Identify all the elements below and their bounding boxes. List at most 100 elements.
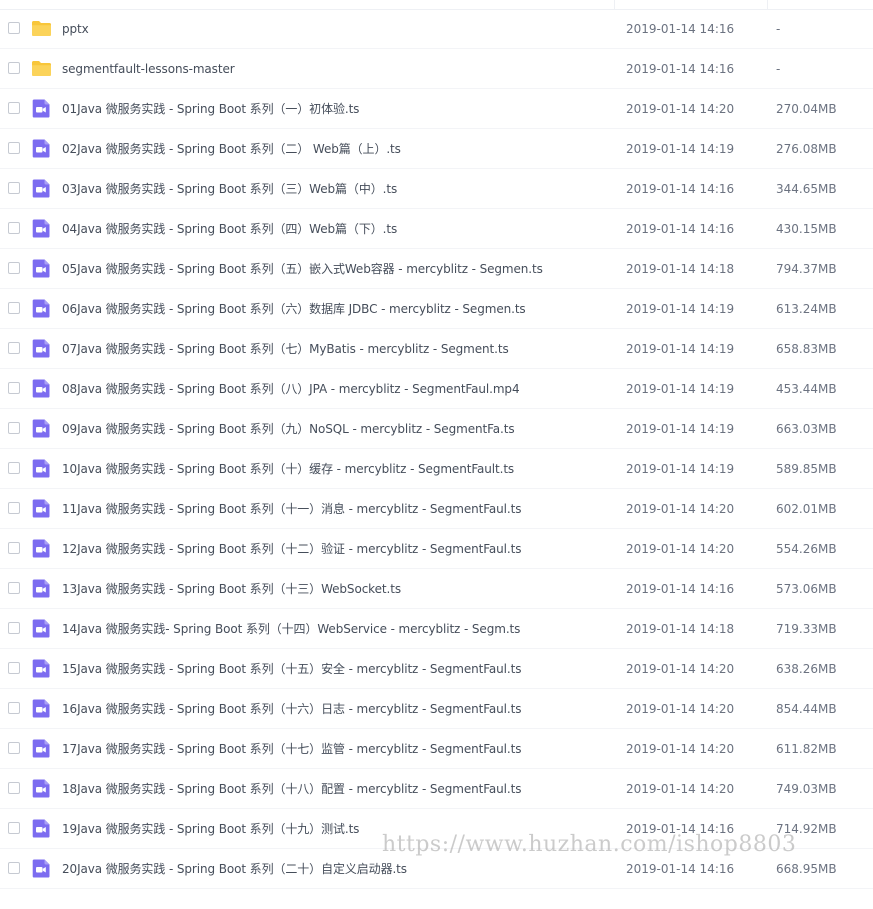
file-size: 602.01MB xyxy=(776,502,837,516)
file-name[interactable]: 14Java 微服务实践- Spring Boot 系列（十四）WebServi… xyxy=(62,609,520,649)
file-name[interactable]: 18Java 微服务实践 - Spring Boot 系列（十八）配置 - me… xyxy=(62,769,521,809)
file-size: 270.04MB xyxy=(776,102,837,116)
file-name[interactable]: pptx xyxy=(62,9,89,49)
file-modified-date: 2019-01-14 14:16 xyxy=(626,182,735,196)
file-name[interactable]: 10Java 微服务实践 - Spring Boot 系列（十）缓存 - mer… xyxy=(62,449,514,489)
file-row-7[interactable]: 05Java 微服务实践 - Spring Boot 系列（五）嵌入式Web容器… xyxy=(0,249,873,289)
row-checkbox[interactable] xyxy=(8,542,20,554)
file-row-9[interactable]: 07Java 微服务实践 - Spring Boot 系列（七）MyBatis … xyxy=(0,329,873,369)
file-row-10[interactable]: 08Java 微服务实践 - Spring Boot 系列（八）JPA - me… xyxy=(0,369,873,409)
video-file-icon xyxy=(31,698,52,719)
file-name[interactable]: 17Java 微服务实践 - Spring Boot 系列（十七）监管 - me… xyxy=(62,729,521,769)
row-checkbox[interactable] xyxy=(8,262,20,274)
file-row-8[interactable]: 06Java 微服务实践 - Spring Boot 系列（六）数据库 JDBC… xyxy=(0,289,873,329)
row-checkbox[interactable] xyxy=(8,382,20,394)
video-file-icon xyxy=(31,538,52,559)
file-row-19[interactable]: 17Java 微服务实践 - Spring Boot 系列（十七）监管 - me… xyxy=(0,729,873,769)
row-checkbox[interactable] xyxy=(8,702,20,714)
video-file-icon xyxy=(31,378,52,399)
row-checkbox[interactable] xyxy=(8,302,20,314)
file-name[interactable]: 08Java 微服务实践 - Spring Boot 系列（八）JPA - me… xyxy=(62,369,519,409)
file-row-12[interactable]: 10Java 微服务实践 - Spring Boot 系列（十）缓存 - mer… xyxy=(0,449,873,489)
file-row-21[interactable]: 19Java 微服务实践 - Spring Boot 系列（十九）测试.ts 2… xyxy=(0,809,873,849)
folder-icon xyxy=(31,58,52,79)
file-size: 638.26MB xyxy=(776,662,837,676)
row-checkbox[interactable] xyxy=(8,422,20,434)
file-row-17[interactable]: 15Java 微服务实践 - Spring Boot 系列（十五）安全 - me… xyxy=(0,649,873,689)
file-name[interactable]: 01Java 微服务实践 - Spring Boot 系列（一）初体验.ts xyxy=(62,89,359,129)
video-file-icon xyxy=(31,818,52,839)
file-name[interactable]: 05Java 微服务实践 - Spring Boot 系列（五）嵌入式Web容器… xyxy=(62,249,543,289)
row-checkbox[interactable] xyxy=(8,182,20,194)
row-checkbox[interactable] xyxy=(8,502,20,514)
file-row-11[interactable]: 09Java 微服务实践 - Spring Boot 系列（九）NoSQL - … xyxy=(0,409,873,449)
date-column-divider[interactable] xyxy=(614,0,615,9)
row-checkbox[interactable] xyxy=(8,22,20,34)
file-name[interactable]: 07Java 微服务实践 - Spring Boot 系列（七）MyBatis … xyxy=(62,329,509,369)
file-row-6[interactable]: 04Java 微服务实践 - Spring Boot 系列（四）Web篇（下）.… xyxy=(0,209,873,249)
file-modified-date: 2019-01-14 14:20 xyxy=(626,662,735,676)
row-checkbox[interactable] xyxy=(8,662,20,674)
video-file-icon xyxy=(31,258,52,279)
file-modified-date: 2019-01-14 14:19 xyxy=(626,342,735,356)
file-name[interactable]: 09Java 微服务实践 - Spring Boot 系列（九）NoSQL - … xyxy=(62,409,515,449)
file-row-15[interactable]: 13Java 微服务实践 - Spring Boot 系列（十三）WebSock… xyxy=(0,569,873,609)
file-row-13[interactable]: 11Java 微服务实践 - Spring Boot 系列（十一）消息 - me… xyxy=(0,489,873,529)
file-modified-date: 2019-01-14 14:16 xyxy=(626,582,735,596)
file-row-18[interactable]: 16Java 微服务实践 - Spring Boot 系列（十六）日志 - me… xyxy=(0,689,873,729)
file-row-4[interactable]: 02Java 微服务实践 - Spring Boot 系列（二） Web篇（上）… xyxy=(0,129,873,169)
folder-icon xyxy=(31,18,52,39)
file-row-2[interactable]: segmentfault-lessons-master 2019-01-14 1… xyxy=(0,49,873,89)
file-name[interactable]: 04Java 微服务实践 - Spring Boot 系列（四）Web篇（下）.… xyxy=(62,209,397,249)
file-row-22[interactable]: 20Java 微服务实践 - Spring Boot 系列（二十）自定义启动器.… xyxy=(0,849,873,889)
file-size: 554.26MB xyxy=(776,542,837,556)
video-file-icon xyxy=(31,458,52,479)
file-row-20[interactable]: 18Java 微服务实践 - Spring Boot 系列（十八）配置 - me… xyxy=(0,769,873,809)
file-modified-date: 2019-01-14 14:20 xyxy=(626,702,735,716)
file-modified-date: 2019-01-14 14:16 xyxy=(626,62,735,76)
file-row-14[interactable]: 12Java 微服务实践 - Spring Boot 系列（十二）验证 - me… xyxy=(0,529,873,569)
row-checkbox[interactable] xyxy=(8,822,20,834)
row-checkbox[interactable] xyxy=(8,62,20,74)
file-name[interactable]: 12Java 微服务实践 - Spring Boot 系列（十二）验证 - me… xyxy=(62,529,521,569)
row-checkbox[interactable] xyxy=(8,862,20,874)
video-file-icon xyxy=(31,658,52,679)
file-size: 794.37MB xyxy=(776,262,837,276)
file-name[interactable]: 15Java 微服务实践 - Spring Boot 系列（十五）安全 - me… xyxy=(62,649,521,689)
row-checkbox[interactable] xyxy=(8,102,20,114)
file-row-16[interactable]: 14Java 微服务实践- Spring Boot 系列（十四）WebServi… xyxy=(0,609,873,649)
row-checkbox[interactable] xyxy=(8,622,20,634)
file-name[interactable]: 11Java 微服务实践 - Spring Boot 系列（十一）消息 - me… xyxy=(62,489,521,529)
file-modified-date: 2019-01-14 14:18 xyxy=(626,262,735,276)
file-modified-date: 2019-01-14 14:18 xyxy=(626,622,735,636)
file-size: - xyxy=(776,22,781,36)
file-modified-date: 2019-01-14 14:16 xyxy=(626,22,735,36)
row-checkbox[interactable] xyxy=(8,782,20,794)
file-name[interactable]: 03Java 微服务实践 - Spring Boot 系列（三）Web篇（中）.… xyxy=(62,169,397,209)
file-name[interactable]: 06Java 微服务实践 - Spring Boot 系列（六）数据库 JDBC… xyxy=(62,289,526,329)
file-row-5[interactable]: 03Java 微服务实践 - Spring Boot 系列（三）Web篇（中）.… xyxy=(0,169,873,209)
file-modified-date: 2019-01-14 14:19 xyxy=(626,422,735,436)
row-checkbox[interactable] xyxy=(8,462,20,474)
file-modified-date: 2019-01-14 14:16 xyxy=(626,822,735,836)
file-modified-date: 2019-01-14 14:16 xyxy=(626,862,735,876)
size-column-divider[interactable] xyxy=(767,0,768,9)
row-checkbox[interactable] xyxy=(8,222,20,234)
video-file-icon xyxy=(31,738,52,759)
file-modified-date: 2019-01-14 14:19 xyxy=(626,142,735,156)
file-name[interactable]: 02Java 微服务实践 - Spring Boot 系列（二） Web篇（上）… xyxy=(62,129,401,169)
file-modified-date: 2019-01-14 14:19 xyxy=(626,382,735,396)
file-modified-date: 2019-01-14 14:20 xyxy=(626,502,735,516)
row-checkbox[interactable] xyxy=(8,742,20,754)
row-checkbox[interactable] xyxy=(8,342,20,354)
file-modified-date: 2019-01-14 14:20 xyxy=(626,742,735,756)
file-name[interactable]: 20Java 微服务实践 - Spring Boot 系列（二十）自定义启动器.… xyxy=(62,849,407,889)
file-row-1[interactable]: pptx 2019-01-14 14:16 - xyxy=(0,9,873,49)
row-checkbox[interactable] xyxy=(8,582,20,594)
file-row-3[interactable]: 01Java 微服务实践 - Spring Boot 系列（一）初体验.ts 2… xyxy=(0,89,873,129)
file-name[interactable]: 19Java 微服务实践 - Spring Boot 系列（十九）测试.ts xyxy=(62,809,359,849)
file-name[interactable]: 13Java 微服务实践 - Spring Boot 系列（十三）WebSock… xyxy=(62,569,401,609)
row-checkbox[interactable] xyxy=(8,142,20,154)
file-name[interactable]: segmentfault-lessons-master xyxy=(62,49,235,89)
file-name[interactable]: 16Java 微服务实践 - Spring Boot 系列（十六）日志 - me… xyxy=(62,689,521,729)
